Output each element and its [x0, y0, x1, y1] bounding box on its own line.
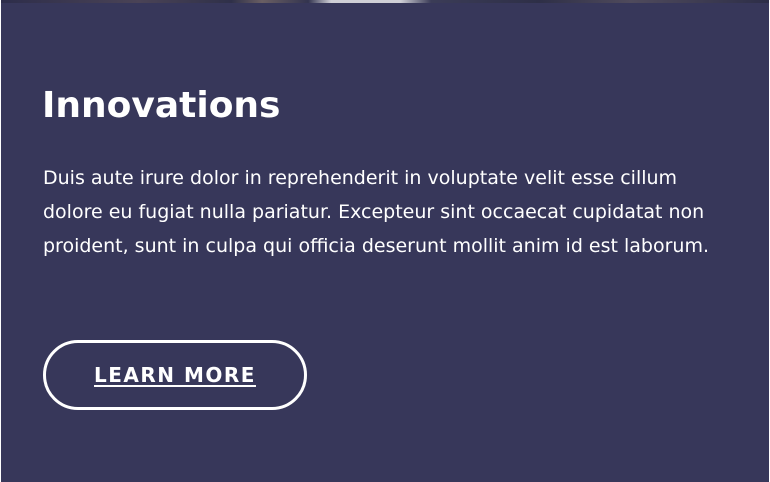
- learn-more-label: LEARN MORE: [94, 363, 256, 387]
- card-title: Innovations: [42, 85, 281, 126]
- learn-more-button[interactable]: LEARN MORE: [43, 340, 307, 410]
- image-edge-strip: [1, 0, 769, 3]
- innovations-card: Innovations Duis aute irure dolor in rep…: [1, 0, 769, 482]
- card-description: Duis aute irure dolor in reprehenderit i…: [43, 167, 710, 257]
